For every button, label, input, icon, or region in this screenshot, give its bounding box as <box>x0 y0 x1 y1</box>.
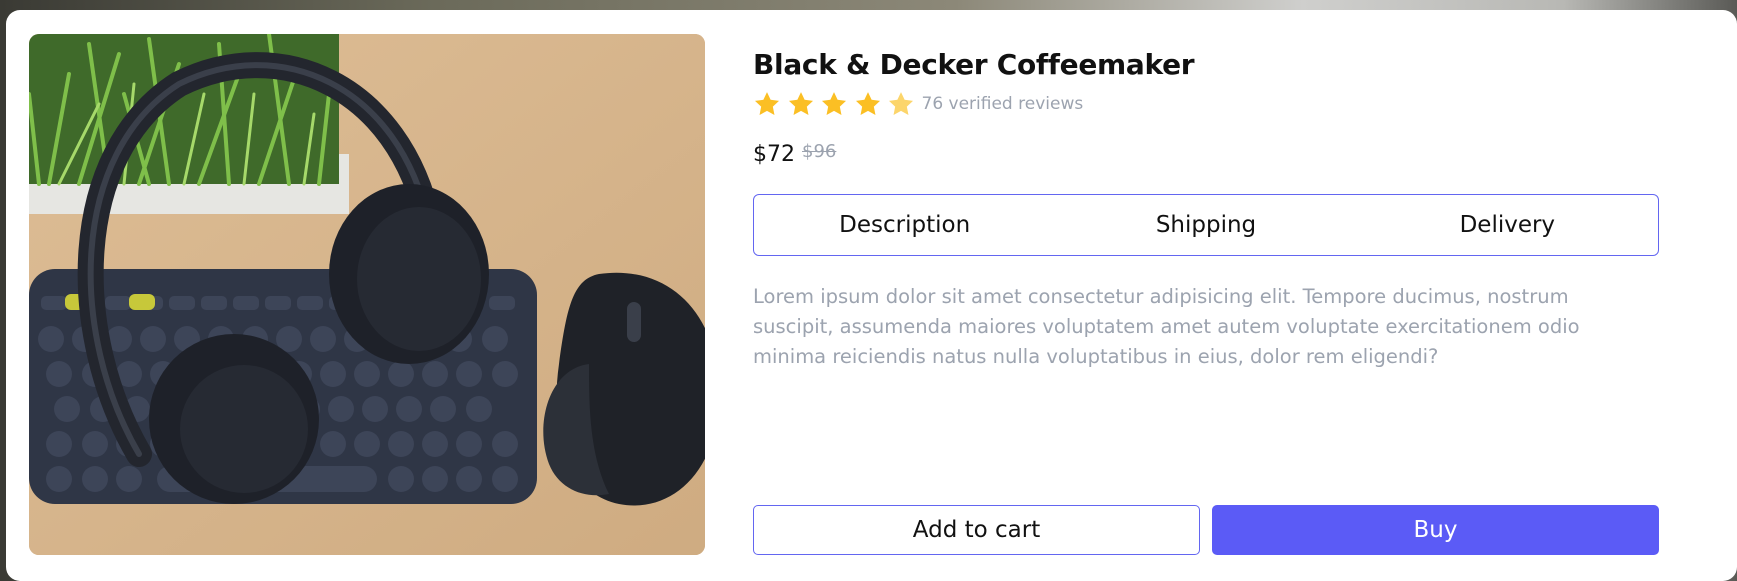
actions: Add to cart Buy <box>753 505 1659 555</box>
info-tabs: Description Shipping Delivery <box>753 194 1659 256</box>
star-half-icon <box>888 92 914 115</box>
tab-shipping[interactable]: Shipping <box>1055 195 1356 255</box>
price-original: $96 <box>802 141 837 162</box>
star-icon <box>754 92 780 115</box>
reviews-count: 76 verified reviews <box>921 94 1084 114</box>
product-info: Black & Decker Coffeemaker 76 verified r… <box>753 34 1661 555</box>
star-icon <box>855 92 880 115</box>
product-image <box>29 34 705 555</box>
star-icon <box>821 92 847 115</box>
rating: 76 verified reviews <box>753 88 1083 120</box>
tab-delivery[interactable]: Delivery <box>1357 195 1658 255</box>
product-description: Lorem ipsum dolor sit amet consectetur a… <box>753 285 1580 368</box>
price-current: $72 <box>753 142 795 167</box>
product-title: Black & Decker Coffeemaker <box>753 48 1195 81</box>
product-card: Black & Decker Coffeemaker 76 verified r… <box>6 10 1737 581</box>
price: $72 $96 <box>753 141 837 167</box>
add-to-cart-button[interactable]: Add to cart <box>753 505 1200 555</box>
star-icon <box>788 92 813 115</box>
tab-description[interactable]: Description <box>754 195 1055 255</box>
buy-button[interactable]: Buy <box>1212 505 1659 555</box>
